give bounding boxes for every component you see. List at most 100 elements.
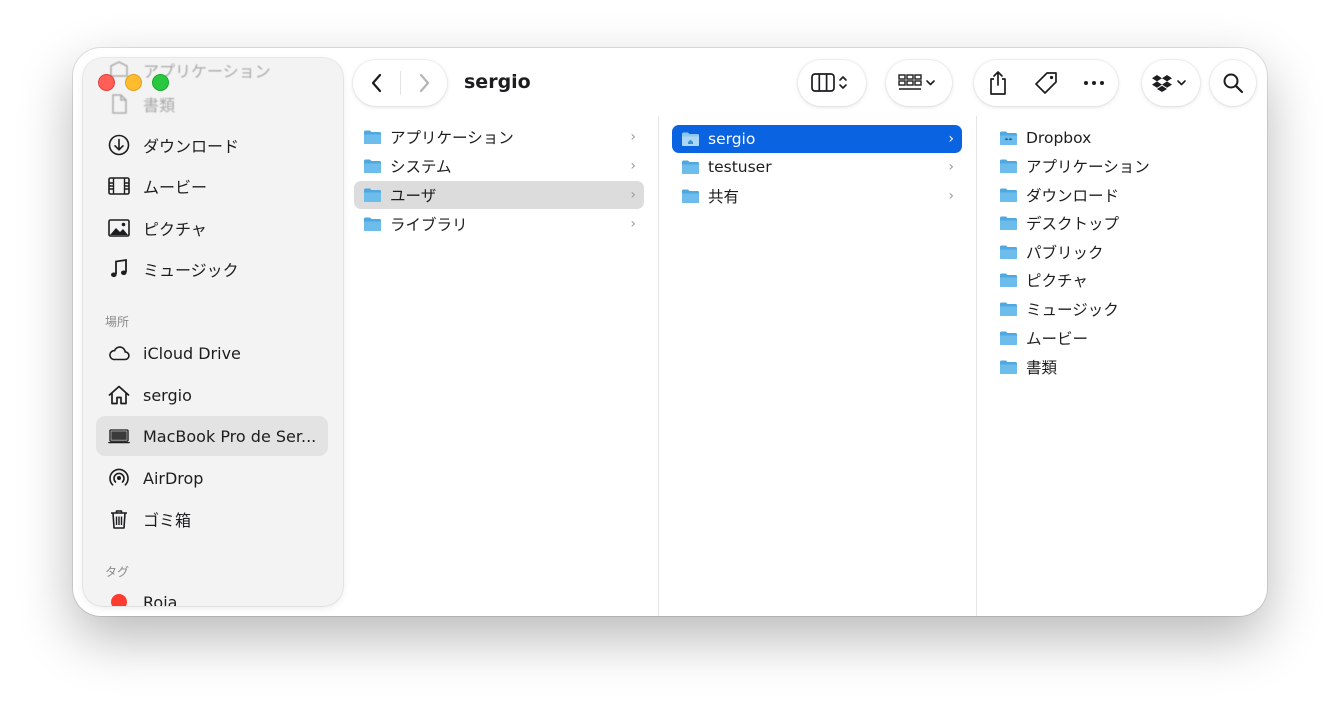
minimize-button[interactable] <box>125 74 142 91</box>
sidebar-item-label: ピクチャ <box>143 220 207 239</box>
share-button[interactable] <box>974 60 1022 106</box>
folder-row[interactable]: sergio › <box>672 125 962 153</box>
home-folder-icon <box>682 132 699 146</box>
chevron-right-icon: › <box>630 129 636 145</box>
view-mode-button[interactable] <box>798 60 866 106</box>
folder-icon <box>1000 216 1017 230</box>
folder-icon <box>1000 159 1017 173</box>
airdrop-icon <box>105 466 133 490</box>
dropbox-button[interactable] <box>1142 60 1200 106</box>
sidebar-item-music[interactable]: ミュージック <box>96 249 328 289</box>
dropbox-folder-icon <box>1000 131 1017 145</box>
folder-name: 共有 <box>708 188 740 206</box>
chevron-right-icon: › <box>630 187 636 203</box>
folder-icon <box>682 160 699 174</box>
folder-name: ピクチャ <box>1026 272 1088 290</box>
sidebar-item-tag-red[interactable]: Roja <box>96 582 328 606</box>
group-button[interactable] <box>886 60 952 106</box>
folder-name: ムービー <box>1026 330 1089 348</box>
forward-button[interactable] <box>401 60 447 106</box>
column-view-icon <box>811 73 847 92</box>
close-button[interactable] <box>98 74 115 91</box>
sidebar-item-trash[interactable]: ゴミ箱 <box>96 499 328 539</box>
folder-icon <box>1000 302 1017 316</box>
navigation-buttons <box>353 60 447 106</box>
sidebar-item-label: AirDrop <box>143 468 204 488</box>
search-icon <box>1223 73 1244 94</box>
sidebar-item-label: 書類 <box>143 96 176 115</box>
sidebar-item-airdrop[interactable]: AirDrop <box>96 458 328 498</box>
folder-row[interactable]: ダウンロード <box>990 181 1250 209</box>
sidebar-item-label: MacBook Pro de Ser... <box>143 426 317 446</box>
folder-name: 書類 <box>1026 359 1058 377</box>
back-button[interactable] <box>354 60 400 106</box>
sidebar-item-macbook[interactable]: MacBook Pro de Ser... <box>96 416 328 456</box>
search-button[interactable] <box>1210 60 1256 106</box>
ellipsis-icon <box>1084 81 1104 85</box>
photo-icon <box>105 216 133 240</box>
folder-row[interactable]: パブリック <box>990 238 1250 266</box>
window-title: sergio <box>464 71 531 93</box>
finder-window: アプリケーション 書類 ダウンロード ムービー ピクチャ ミュージック 場所 i… <box>73 48 1267 616</box>
sidebar-item-movies[interactable]: ムービー <box>96 166 328 206</box>
folder-row[interactable]: testuser › <box>672 153 962 181</box>
sidebar-item-label: ミュージック <box>143 261 239 280</box>
chevron-right-icon: › <box>948 188 954 204</box>
folder-row[interactable]: ユーザ › <box>354 181 644 209</box>
folder-name: ダウンロード <box>1026 187 1120 205</box>
folder-icon <box>1000 188 1017 202</box>
document-icon <box>105 92 133 116</box>
folder-row[interactable]: アプリケーション <box>990 152 1250 180</box>
folder-name: パブリック <box>1026 244 1104 262</box>
column-divider[interactable] <box>658 116 659 616</box>
folder-name: ユーザ <box>390 187 437 205</box>
music-note-icon <box>105 257 133 281</box>
folder-icon <box>364 217 381 231</box>
folder-icon <box>364 159 381 173</box>
folder-row[interactable]: システム › <box>354 152 644 180</box>
folder-row[interactable]: アプリケーション › <box>354 123 644 151</box>
chevron-right-icon: › <box>948 159 954 175</box>
folder-row[interactable]: 共有 › <box>672 182 962 210</box>
chevron-right-icon: › <box>630 216 636 232</box>
tag-button[interactable] <box>1022 60 1070 106</box>
folder-row[interactable]: ピクチャ <box>990 266 1250 294</box>
sidebar-item-home[interactable]: sergio <box>96 375 328 415</box>
column-divider[interactable] <box>976 116 977 616</box>
folder-name: ミュージック <box>1026 301 1119 319</box>
folder-name: testuser <box>708 158 772 176</box>
folder-row[interactable]: 書類 <box>990 353 1250 381</box>
folder-icon <box>682 189 699 203</box>
folder-name: デスクトップ <box>1026 215 1120 233</box>
folder-name: アプリケーション <box>390 129 514 147</box>
window-controls <box>98 74 169 91</box>
cloud-icon <box>105 341 133 365</box>
share-icon <box>990 71 1006 95</box>
film-icon <box>105 174 133 198</box>
chevron-right-icon <box>419 73 429 93</box>
folder-row[interactable]: ミュージック <box>990 295 1250 323</box>
zoom-button[interactable] <box>152 74 169 91</box>
folder-name: システム <box>390 158 452 176</box>
folder-row[interactable]: ムービー <box>990 324 1250 352</box>
tag-color-dot <box>105 590 133 606</box>
trash-icon <box>105 507 133 531</box>
sidebar-item-icloud-drive[interactable]: iCloud Drive <box>96 333 328 373</box>
folder-name: Dropbox <box>1026 129 1092 147</box>
folder-row[interactable]: デスクトップ <box>990 209 1250 237</box>
more-button[interactable] <box>1070 60 1118 106</box>
group-grid-icon <box>898 74 935 90</box>
laptop-icon <box>105 424 133 448</box>
folder-icon <box>1000 245 1017 259</box>
sidebar-item-label: ダウンロード <box>143 137 240 156</box>
tags-heading: タグ <box>105 565 130 579</box>
sidebar-item-downloads[interactable]: ダウンロード <box>96 125 328 165</box>
folder-row[interactable]: Dropbox <box>990 124 1250 152</box>
sidebar-item-label: ゴミ箱 <box>143 511 192 530</box>
folder-icon <box>1000 273 1017 287</box>
folder-name: ライブラリ <box>390 216 468 234</box>
folder-row[interactable]: ライブラリ › <box>354 210 644 238</box>
sidebar-item-pictures[interactable]: ピクチャ <box>96 208 328 248</box>
folder-icon <box>364 188 381 202</box>
folder-icon <box>1000 360 1017 374</box>
